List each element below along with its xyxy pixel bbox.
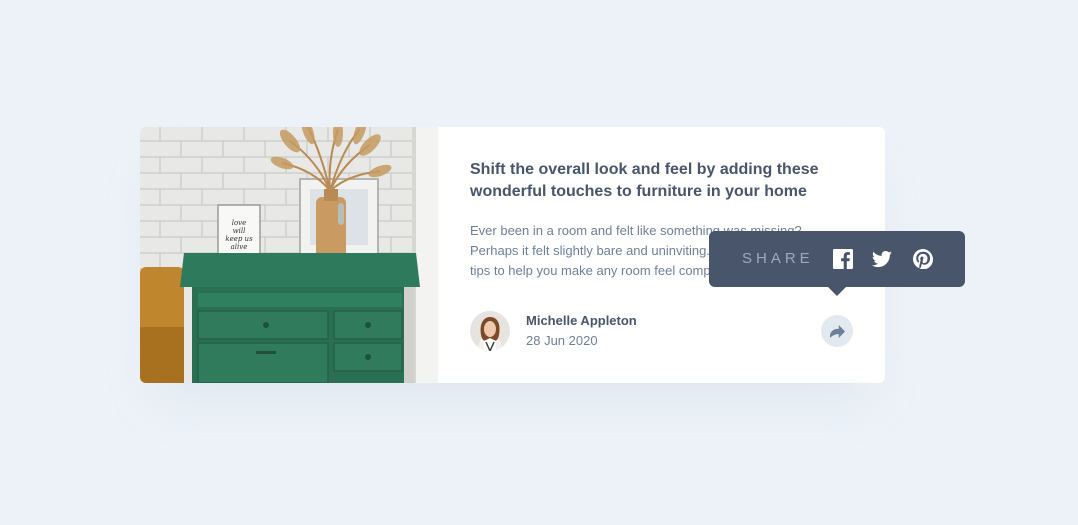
svg-text:alive: alive [231, 243, 248, 251]
svg-text:will: will [233, 227, 246, 235]
author-avatar [470, 311, 510, 351]
drawers-photo: love will keep us alive [140, 127, 438, 383]
svg-text:keep us: keep us [225, 235, 253, 243]
share-button[interactable] [821, 315, 853, 347]
popover-caret [827, 286, 847, 296]
author-name: Michelle Appleton [526, 313, 637, 328]
svg-text:love: love [232, 219, 247, 227]
share-popover: SHARE [709, 231, 965, 296]
article-title: Shift the overall look and feel by addin… [470, 161, 819, 200]
facebook-icon[interactable] [832, 248, 854, 270]
share-arrow-icon [829, 324, 845, 338]
twitter-icon[interactable] [871, 248, 893, 270]
pinterest-icon[interactable] [912, 248, 934, 270]
share-label: SHARE [742, 250, 814, 267]
article-date: 28 Jun 2020 [526, 333, 598, 348]
